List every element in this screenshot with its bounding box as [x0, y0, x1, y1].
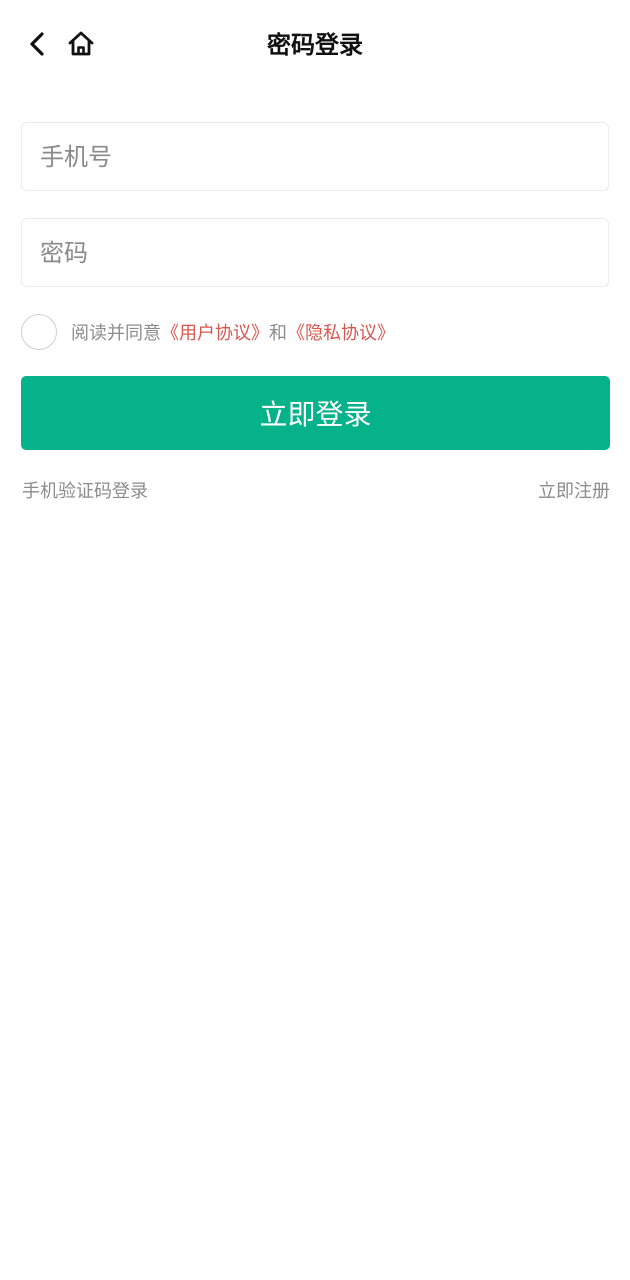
phone-field-container	[21, 122, 609, 191]
agreement-prefix: 阅读并同意	[71, 323, 161, 344]
sms-login-link[interactable]: 手机验证码登录	[22, 480, 148, 504]
password-field-container	[21, 218, 609, 287]
page-title: 密码登录	[267, 31, 363, 59]
password-input[interactable]	[22, 219, 608, 286]
agreement-text: 阅读并同意《用户协议》和《隐私协议》	[71, 319, 395, 345]
header: 密码登录	[0, 0, 630, 90]
phone-input[interactable]	[22, 123, 608, 190]
login-button[interactable]: 立即登录	[21, 376, 610, 450]
privacy-agreement-link[interactable]: 《隐私协议》	[287, 323, 395, 344]
register-link[interactable]: 立即注册	[538, 480, 610, 504]
agreement-conjunction: 和	[269, 323, 287, 344]
user-agreement-link[interactable]: 《用户协议》	[161, 323, 269, 344]
login-page: 密码登录 阅读并同意《用户协议》和《隐私协议》 立即登录 手机验证码登录 立即注…	[0, 0, 630, 1280]
agreement-checkbox[interactable]	[21, 314, 57, 350]
agreement-row: 阅读并同意《用户协议》和《隐私协议》	[21, 313, 395, 351]
